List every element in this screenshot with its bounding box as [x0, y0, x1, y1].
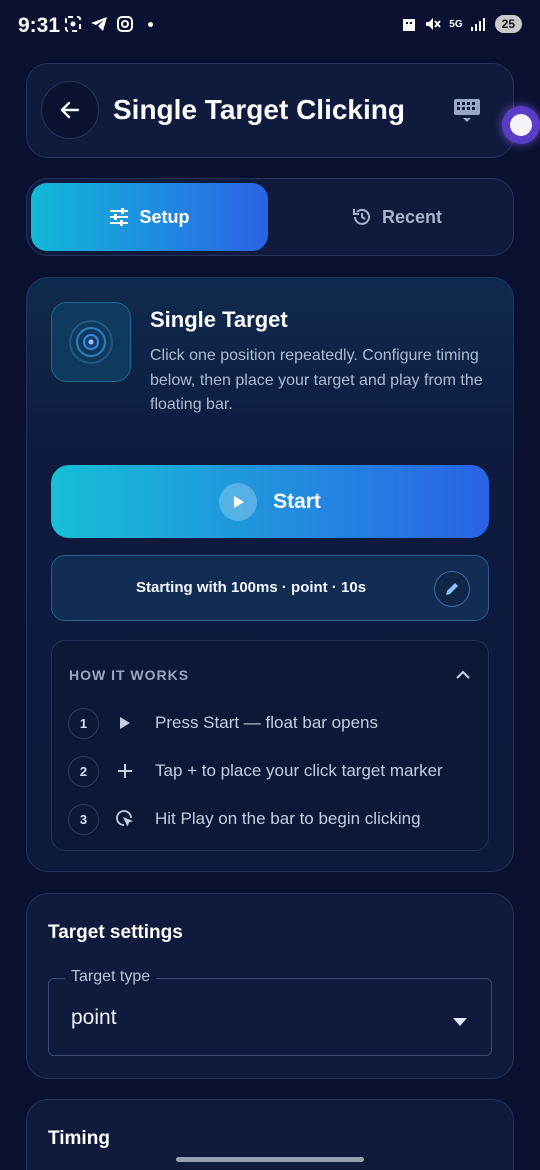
instagram-icon — [117, 16, 133, 32]
config-summary: Starting with 100ms · point · 10s — [51, 555, 489, 621]
plus-icon — [113, 763, 137, 779]
notification-icons — [64, 15, 153, 33]
timing-title: Timing — [48, 1128, 110, 1149]
page-title: Single Target Clicking — [113, 94, 405, 125]
start-button-label: Start — [273, 489, 321, 513]
dot-icon — [148, 21, 153, 27]
dropdown-arrow-icon — [453, 1013, 467, 1031]
keyboard-button[interactable] — [453, 98, 481, 129]
keyboard-icon — [454, 99, 480, 122]
step-number: 2 — [68, 755, 99, 787]
target-settings-title: Target settings — [48, 922, 183, 943]
back-button[interactable] — [41, 81, 99, 139]
network-type: 5G — [449, 18, 463, 30]
assist-dot-icon — [510, 114, 532, 136]
system-icons: 5G 25 — [401, 15, 522, 33]
mode-card: Single Target Click one position repeate… — [26, 277, 514, 872]
header-card: Single Target Clicking — [26, 63, 514, 158]
step-text: Press Start — float bar opens — [155, 713, 378, 732]
signal-icon — [470, 18, 485, 31]
sliders-icon — [110, 208, 129, 226]
mode-title: Single Target — [150, 307, 288, 332]
battery-indicator: 25 — [494, 15, 522, 33]
step-text: Tap + to place your click target marker — [155, 761, 443, 780]
telegram-icon — [91, 17, 107, 31]
status-time: 9:31 — [18, 14, 61, 37]
screenshot-icon — [65, 16, 81, 32]
how-it-works-title: HOW IT WORKS — [69, 667, 190, 683]
target-settings-card: Target settings Target type point — [26, 893, 514, 1079]
tab-recent-label: Recent — [381, 206, 443, 227]
mute-icon — [426, 18, 441, 30]
status-bar: 9:31 5G 25 — [0, 0, 540, 52]
summary-text: Starting with 100ms · point · 10s — [136, 579, 367, 596]
target-type-value: point — [71, 1006, 117, 1029]
tab-setup-label: Setup — [139, 206, 190, 227]
history-icon — [352, 208, 370, 225]
chevron-up-icon[interactable] — [456, 667, 470, 685]
step-item: 3 Hit Play on the bar to begin clicking — [68, 803, 421, 835]
target-type-select[interactable]: Target type point — [48, 968, 492, 1056]
step-text: Hit Play on the bar to begin clicking — [155, 809, 421, 828]
edit-button[interactable] — [434, 571, 470, 607]
tab-recent[interactable]: Recent — [297, 183, 497, 251]
step-item: 1 Press Start — float bar opens — [68, 707, 378, 739]
mode-description: Click one position repeatedly. Configure… — [150, 347, 483, 413]
step-number: 1 — [68, 707, 99, 739]
tab-setup[interactable]: Setup — [31, 183, 268, 251]
arrow-left-icon — [60, 101, 80, 119]
play-icon — [219, 482, 258, 521]
how-it-works-panel: HOW IT WORKS 1 Press Start — float bar o… — [51, 640, 489, 851]
home-indicator[interactable] — [176, 1157, 364, 1162]
play-icon — [113, 716, 137, 730]
target-icon — [51, 302, 131, 382]
start-button[interactable]: Start — [51, 465, 489, 538]
click-cursor-icon — [113, 809, 137, 829]
pencil-icon — [446, 583, 458, 595]
tab-bar: Setup Recent — [26, 178, 514, 256]
step-item: 2 Tap + to place your click target marke… — [68, 755, 443, 787]
step-number: 3 — [68, 803, 99, 835]
building-icon — [403, 19, 416, 31]
floating-assist-button[interactable] — [502, 106, 540, 144]
target-type-label: Target type — [65, 968, 157, 986]
